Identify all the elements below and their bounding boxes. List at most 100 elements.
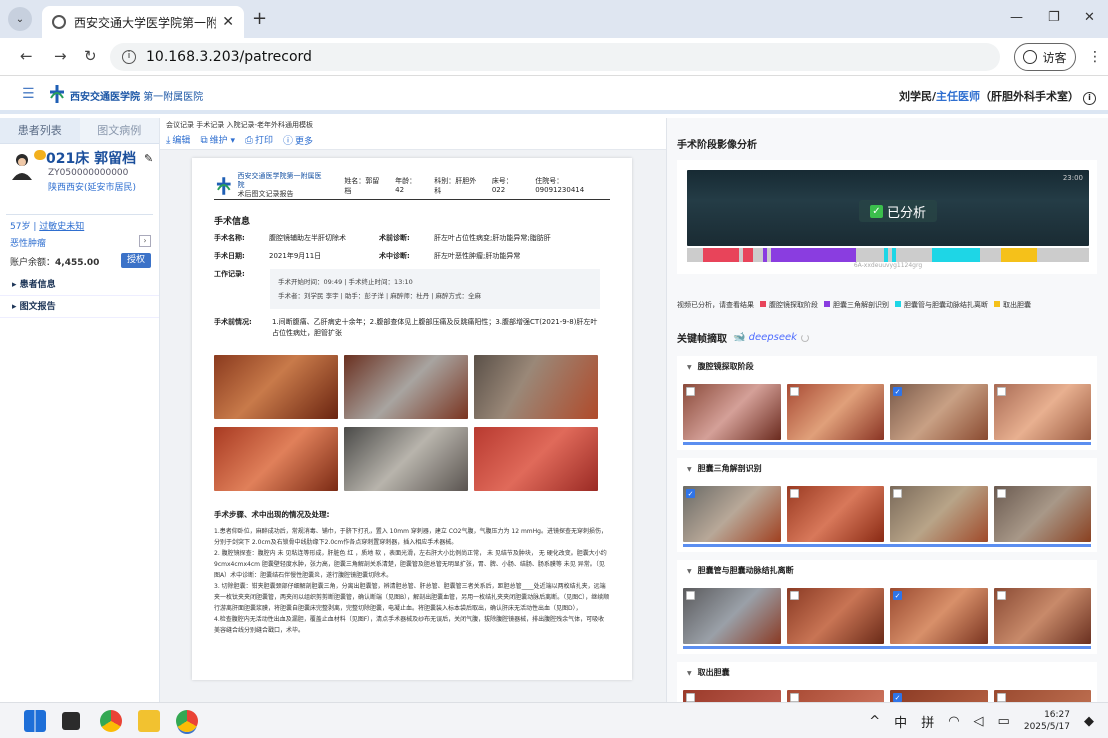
keyframe[interactable] xyxy=(993,588,1091,644)
keyframe[interactable] xyxy=(993,486,1091,542)
tab-illustrated-record[interactable]: 图文病例 xyxy=(80,118,160,143)
stage-frames: ✓ xyxy=(677,582,1097,646)
forward-arrow-icon[interactable]: → xyxy=(54,47,67,65)
tab-patient-list[interactable]: 患者列表 xyxy=(0,118,80,143)
hospital-logo-icon xyxy=(216,176,231,195)
sidebar-item-report[interactable]: ▸ 图文报告 xyxy=(0,296,159,318)
frame-checkbox[interactable]: ✓ xyxy=(893,387,902,396)
chevron-up-icon[interactable]: ^ xyxy=(869,714,880,729)
frame-checkbox[interactable]: ✓ xyxy=(893,693,902,702)
expand-arrow-icon[interactable]: › xyxy=(139,235,151,247)
windows-start-icon[interactable] xyxy=(24,710,46,732)
guest-label: 访客 xyxy=(1042,50,1067,65)
restore-icon[interactable]: ❐ xyxy=(1048,10,1060,25)
surgery-photo[interactable] xyxy=(214,355,338,419)
site-info-icon[interactable]: i xyxy=(122,50,136,64)
phase-timeline[interactable] xyxy=(687,248,1089,262)
file-explorer-icon[interactable] xyxy=(138,710,160,732)
user-info-icon[interactable]: i xyxy=(1083,92,1096,105)
breadcrumb[interactable]: 会议记录 手术记录 入院记录-老年外科通用模板 xyxy=(160,118,666,130)
keyframe[interactable] xyxy=(683,384,781,440)
document-toolbar: ⤓ 编辑 ⧉ 维护 ▾ ⎙ 打印 ⓘ 更多 xyxy=(160,130,666,150)
minimize-icon[interactable]: — xyxy=(1010,10,1023,25)
more-button[interactable]: ⓘ 更多 xyxy=(283,132,313,147)
frame-checkbox[interactable]: ✓ xyxy=(686,489,695,498)
sidebar-item-patient-info[interactable]: ▸ 患者信息 xyxy=(0,274,159,296)
keyframe[interactable] xyxy=(786,486,884,542)
keyframe[interactable]: ✓ xyxy=(890,690,988,702)
keyframe[interactable]: ✓ xyxy=(890,588,988,644)
chrome-icon[interactable] xyxy=(100,710,122,732)
frame-checkbox[interactable] xyxy=(789,693,799,702)
print-button[interactable]: ⎙ 打印 xyxy=(245,133,273,146)
site-globe-icon xyxy=(52,15,66,29)
url-bar[interactable]: i 10.168.3.203/patrecord xyxy=(110,43,1000,71)
surgery-photo[interactable] xyxy=(344,355,468,419)
frame-checkbox[interactable]: ✓ xyxy=(893,591,902,600)
frame-checkbox[interactable] xyxy=(893,489,902,498)
chrome-active-icon[interactable] xyxy=(176,710,198,732)
keyframe[interactable] xyxy=(683,690,781,702)
hamburger-menu-icon[interactable]: ☰ xyxy=(22,86,35,102)
browser-menu-icon[interactable]: ⋮ xyxy=(1088,49,1102,65)
keyframe[interactable]: ✓ xyxy=(890,384,988,440)
maintain-button[interactable]: ⧉ 维护 ▾ xyxy=(200,133,235,146)
frame-checkbox[interactable] xyxy=(686,387,695,396)
ime-pinyin[interactable]: 拼 xyxy=(921,712,934,731)
task-view-icon[interactable] xyxy=(62,712,80,730)
legend-item: 腹腔镜探取阶段 xyxy=(760,300,818,310)
close-tab-icon[interactable]: ✕ xyxy=(222,14,234,30)
intra-diagnosis: 肝左叶恶性肿瘤;肝功能异常 xyxy=(434,252,521,260)
allergy-link[interactable]: 过敏史未知 xyxy=(39,222,84,232)
stage-header[interactable]: ▼ 胆囊三角解剖识别 xyxy=(677,458,1097,480)
surgery-photo[interactable] xyxy=(214,427,338,491)
frame-checkbox[interactable] xyxy=(789,387,799,396)
keyframe[interactable] xyxy=(786,690,884,702)
stage-header[interactable]: ▼ 胆囊管与胆囊动脉结扎离断 xyxy=(677,560,1097,582)
frame-checkbox[interactable] xyxy=(996,591,1006,600)
guest-profile-button[interactable]: 访客 xyxy=(1014,43,1076,71)
pre-diagnosis: 肝左叶占位性病变;肝功能异常;脂肪肝 xyxy=(434,234,551,242)
surgery-photo[interactable] xyxy=(474,355,598,419)
close-window-icon[interactable]: ✕ xyxy=(1084,10,1095,25)
stage-progress-bar xyxy=(683,646,1091,649)
profile-icon xyxy=(1023,50,1038,64)
battery-icon[interactable]: ▭ xyxy=(998,714,1010,729)
frame-checkbox[interactable] xyxy=(996,489,1006,498)
volume-icon[interactable]: ◁ xyxy=(974,714,984,729)
edit-button[interactable]: ⤓ 编辑 xyxy=(166,133,190,146)
stage-header[interactable]: ▼ 取出胆囊 xyxy=(677,662,1097,684)
balance-value: 4,455.00 xyxy=(55,258,100,268)
surgery-photo[interactable] xyxy=(474,427,598,491)
surgery-video[interactable]: 23:00 ✓ 已分析 xyxy=(687,170,1089,246)
keyframe[interactable] xyxy=(993,690,1091,702)
frame-checkbox[interactable] xyxy=(686,591,695,600)
notification-icon[interactable]: ◆ xyxy=(1084,714,1094,729)
frame-checkbox[interactable] xyxy=(789,591,799,600)
frame-checkbox[interactable] xyxy=(789,489,799,498)
tab-search-chevron-icon[interactable]: ⌄ xyxy=(8,7,32,31)
frame-checkbox[interactable] xyxy=(686,693,695,702)
current-user[interactable]: 刘学民/主任医师（肝胆外科手术室） i xyxy=(899,88,1096,105)
ime-mode[interactable]: 中 xyxy=(894,712,907,731)
new-tab-plus-icon[interactable]: + xyxy=(252,8,267,29)
reload-icon[interactable]: ↻ xyxy=(84,47,97,65)
clock[interactable]: 16:27 2025/5/17 xyxy=(1024,709,1070,733)
frame-checkbox[interactable] xyxy=(996,693,1006,702)
authorize-button[interactable]: 授权 xyxy=(121,253,151,268)
wifi-icon[interactable]: ◠ xyxy=(948,714,959,729)
edit-icon[interactable]: ✎ xyxy=(144,152,153,165)
frame-checkbox[interactable] xyxy=(996,387,1006,396)
browser-tab[interactable]: 西安交通大学医学院第一附属医 ✕ xyxy=(42,6,244,38)
keyframe[interactable] xyxy=(683,588,781,644)
back-arrow-icon[interactable]: ← xyxy=(20,47,33,65)
keyframe[interactable] xyxy=(890,486,988,542)
surgery-photo[interactable] xyxy=(344,427,468,491)
stage-header[interactable]: ▼ 腹腔镜探取阶段 xyxy=(677,356,1097,378)
url-text[interactable]: 10.168.3.203/patrecord xyxy=(146,49,312,65)
keyframe[interactable] xyxy=(786,588,884,644)
keyframe[interactable] xyxy=(993,384,1091,440)
report-org: 西安交通医学院第一附属医院 术后图文记录报告 xyxy=(237,172,322,198)
keyframe[interactable] xyxy=(786,384,884,440)
keyframe[interactable]: ✓ xyxy=(683,486,781,542)
